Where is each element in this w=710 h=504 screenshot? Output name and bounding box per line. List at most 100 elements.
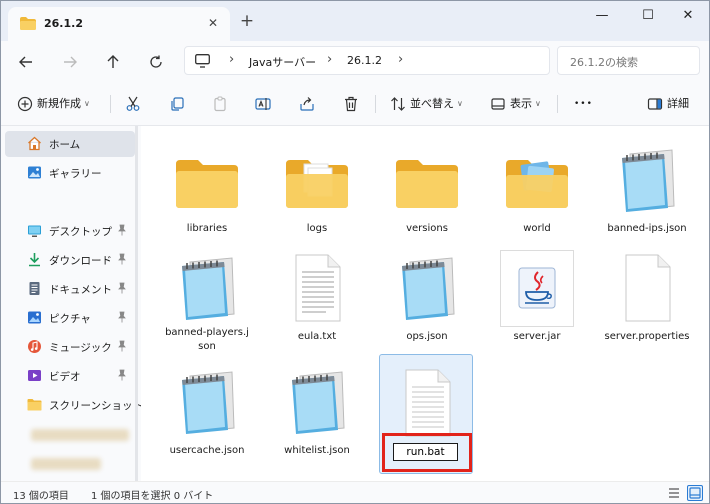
file-item[interactable]: banned-ips.json: [600, 132, 694, 244]
address-bar[interactable]: › Javaサーバー › 26.1.2 ›: [184, 46, 550, 75]
new-button[interactable]: 新規作成 ∨: [17, 94, 90, 114]
home-icon: [28, 136, 41, 151]
sort-button[interactable]: 並べ替え ∨: [390, 94, 463, 114]
trash-icon: [345, 96, 357, 112]
minimize-button[interactable]: —: [579, 1, 625, 31]
share-icon: [300, 97, 314, 111]
desktop-icon: [28, 225, 41, 237]
new-tab-button[interactable]: +: [238, 13, 256, 31]
pin-icon: [118, 282, 126, 294]
close-button[interactable]: ✕: [665, 1, 709, 31]
rename-icon: [255, 98, 271, 110]
rename-button[interactable]: [255, 94, 271, 114]
arrow-up-icon: [107, 54, 119, 68]
breadcrumb-java-server[interactable]: Javaサーバー: [249, 54, 316, 70]
chevron-down-icon: ∨: [457, 99, 463, 108]
folder-icon: [27, 399, 42, 411]
view-icon: [491, 98, 505, 110]
file-item[interactable]: usercache.json: [160, 354, 254, 466]
sidebar-item-music[interactable]: ミュージック: [5, 334, 135, 360]
up-button[interactable]: [99, 49, 127, 73]
monitor-icon: [195, 54, 210, 68]
gallery-icon: [28, 166, 41, 179]
tab-close-button[interactable]: ✕: [204, 14, 222, 32]
sidebar-item-screenshots[interactable]: スクリーンショット: [5, 392, 143, 418]
pin-icon: [118, 253, 126, 265]
cut-button[interactable]: [125, 94, 141, 114]
grid-view-icon: [689, 487, 701, 499]
download-icon: [29, 253, 40, 267]
back-button[interactable]: [12, 49, 40, 73]
file-item[interactable]: libraries: [160, 132, 254, 244]
file-item[interactable]: server.jar: [490, 240, 584, 352]
delete-button[interactable]: [343, 94, 359, 114]
share-button[interactable]: [299, 94, 315, 114]
breadcrumb-current[interactable]: 26.1.2: [347, 54, 382, 67]
java-icon: [518, 267, 556, 309]
status-bar: 13 個の項目 1 個の項目を選択 0 バイト: [1, 481, 709, 503]
details-pane-button[interactable]: 詳細: [647, 94, 689, 114]
chevron-right-icon: ›: [229, 52, 235, 67]
tab-title: 26.1.2: [44, 17, 83, 30]
notepad-icon: [182, 257, 235, 320]
sidebar-item-videos[interactable]: ビデオ: [5, 363, 135, 389]
chevron-right-icon: ›: [398, 52, 404, 67]
forward-button[interactable]: [56, 49, 84, 73]
search-placeholder: 26.1.2の検索: [570, 56, 638, 69]
folder-images-icon: [506, 160, 568, 208]
sidebar-item-gallery[interactable]: ギャラリー: [5, 160, 135, 186]
blurred-sidebar-item: [31, 458, 101, 470]
videos-icon: [28, 370, 41, 381]
arrow-right-icon: [64, 56, 77, 67]
toolbar-divider: [557, 95, 558, 113]
toolbar-divider: [375, 95, 376, 113]
plus-circle-icon: [17, 96, 33, 112]
copy-icon: [171, 97, 184, 111]
sidebar-item-downloads[interactable]: ダウンロード: [5, 247, 135, 273]
file-item[interactable]: world: [490, 132, 584, 244]
file-item[interactable]: versions: [380, 132, 474, 244]
item-count: 13 個の項目: [13, 491, 69, 502]
chevron-right-icon: ›: [327, 52, 333, 67]
large-icons-view-button[interactable]: [687, 485, 703, 501]
file-item[interactable]: whitelist.json: [270, 354, 364, 466]
sidebar-scrollbar[interactable]: [135, 126, 138, 481]
pictures-icon: [28, 311, 41, 324]
tab-current-folder[interactable]: 26.1.2 ✕: [8, 7, 230, 41]
folder-documents-icon: [286, 160, 348, 208]
pin-icon: [118, 224, 126, 236]
copy-button[interactable]: [169, 94, 185, 114]
notepad-icon: [292, 371, 345, 434]
refresh-button[interactable]: [142, 49, 170, 73]
file-item[interactable]: eula.txt: [270, 240, 364, 352]
notepad-icon: [402, 257, 455, 320]
sidebar-item-home[interactable]: ホーム: [5, 131, 135, 157]
file-item[interactable]: logs: [270, 132, 364, 244]
search-input[interactable]: 26.1.2の検索: [557, 46, 700, 75]
list-view-icon: [669, 488, 679, 498]
clipboard-icon: [214, 96, 226, 112]
file-item[interactable]: ops.json: [380, 240, 474, 352]
file-item[interactable]: server.properties: [600, 240, 694, 352]
file-item[interactable]: banned-players.j son: [160, 240, 254, 352]
music-icon: [28, 340, 41, 353]
navigation-bar: › Javaサーバー › 26.1.2 › 26.1.2の検索: [1, 41, 709, 81]
sort-icon: [391, 97, 405, 111]
more-options-button[interactable]: •••: [574, 94, 593, 114]
paste-button[interactable]: [212, 94, 228, 114]
notepad-icon: [182, 371, 235, 434]
sidebar-item-desktop[interactable]: デスクトップ: [5, 218, 135, 244]
sidebar-item-documents[interactable]: ドキュメント: [5, 276, 135, 302]
view-button[interactable]: 表示 ∨: [490, 94, 541, 114]
toolbar-divider: [110, 95, 111, 113]
batch-file-icon: [405, 369, 451, 437]
pin-icon: [118, 369, 126, 381]
command-bar: 新規作成 ∨ 並べ替え ∨ 表示 ∨ ••• 詳細: [1, 81, 709, 126]
blurred-sidebar-item: [31, 429, 129, 441]
file-list: libraries logs versions world banned-ips…: [141, 126, 709, 481]
rename-input[interactable]: run.bat: [393, 443, 458, 461]
details-view-button[interactable]: [666, 485, 682, 501]
notepad-icon: [622, 149, 675, 212]
sidebar-item-pictures[interactable]: ピクチャ: [5, 305, 135, 331]
chevron-down-icon: ∨: [84, 99, 90, 108]
